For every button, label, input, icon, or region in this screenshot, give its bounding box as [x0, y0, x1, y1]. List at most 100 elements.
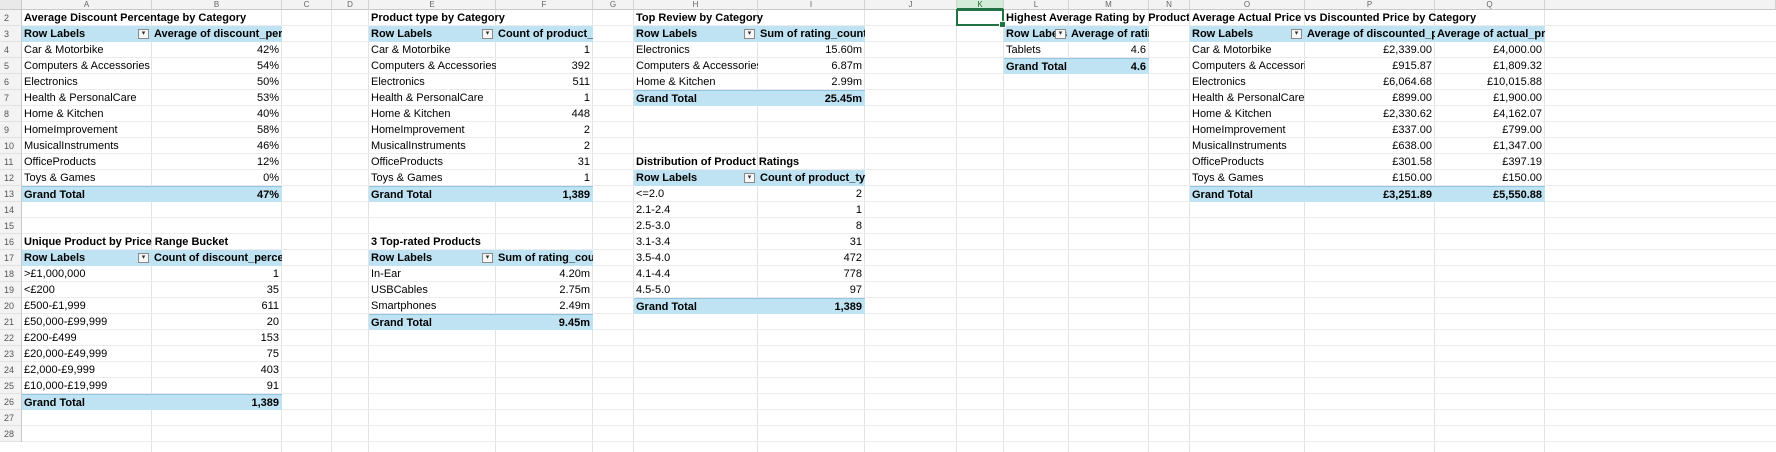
row-header-15[interactable]: 15: [0, 218, 22, 234]
column-header-p[interactable]: P: [1305, 0, 1435, 10]
price_range-row-label: £500-£1,999: [24, 300, 86, 312]
column-header-j[interactable]: J: [865, 0, 957, 10]
column-header-a[interactable]: A: [22, 0, 152, 10]
row-header-7[interactable]: 7: [0, 90, 22, 106]
top_rated-row-value: 2.75m: [559, 284, 590, 296]
product_type-row-value: 31: [577, 156, 590, 168]
row-header-6[interactable]: 6: [0, 74, 22, 90]
column-header-i[interactable]: I: [758, 0, 865, 10]
avg_discount-grand-total-label: Grand Total: [22, 186, 152, 202]
row-header-19[interactable]: 19: [0, 282, 22, 298]
row-header-11[interactable]: 11: [0, 154, 22, 170]
row-header-14[interactable]: 14: [0, 202, 22, 218]
top_rated-filter-dropdown[interactable]: ▾: [482, 253, 493, 263]
price_range-row-label: £50,000-£99,999: [24, 316, 108, 328]
top_rated-row-label: Smartphones: [371, 300, 437, 312]
actual_vs_disc-grand-total-value: £5,550.88: [1435, 186, 1545, 202]
row-header-17[interactable]: 17: [0, 250, 22, 266]
actual_vs_disc-row-value: £4,162.07: [1493, 108, 1542, 120]
top_rated-grand-total-label: Grand Total: [369, 314, 496, 330]
rating_dist-row-value: 8: [855, 220, 862, 232]
actual_vs_disc-row-label: Electronics: [1192, 76, 1246, 88]
highest_rating-grand-total-label: Grand Total: [1004, 58, 1069, 74]
top_review-grand-total-label: Grand Total: [634, 90, 758, 106]
top_review-row-value: 2.99m: [831, 76, 862, 88]
row-header-12[interactable]: 12: [0, 170, 22, 186]
actual_vs_disc-row-label: Car & Motorbike: [1192, 44, 1272, 56]
price_range-row-label: <£200: [24, 284, 55, 296]
column-gridline: [1148, 10, 1149, 452]
column-header-b[interactable]: B: [152, 0, 282, 10]
avg_discount-row-label: Home & Kitchen: [24, 108, 104, 120]
price_range-grand-total-value: 1,389: [152, 394, 282, 410]
rating_dist-row-value: 1: [855, 204, 862, 216]
row-header-3[interactable]: 3: [0, 26, 22, 42]
row-header-5[interactable]: 5: [0, 58, 22, 74]
rating_dist-grand-total-label: Grand Total: [634, 298, 758, 314]
product_type-grand-total-value: 1,389: [496, 186, 593, 202]
product_type-row-value: 2: [583, 140, 590, 152]
row-header-9[interactable]: 9: [0, 122, 22, 138]
top_rated-row-labels-header: Row Labels: [369, 250, 496, 266]
row-header-22[interactable]: 22: [0, 330, 22, 346]
actual_vs_disc-row-label: Home & Kitchen: [1192, 108, 1272, 120]
row-header-20[interactable]: 20: [0, 298, 22, 314]
row-header-13[interactable]: 13: [0, 186, 22, 202]
rating_dist-row-label: <=2.0: [636, 188, 665, 200]
column-header-c[interactable]: C: [282, 0, 332, 10]
highest_rating-filter-dropdown[interactable]: ▾: [1055, 29, 1066, 39]
column-header-q[interactable]: Q: [1435, 0, 1545, 10]
row-header-28[interactable]: 28: [0, 426, 22, 442]
highest_rating-grand-total-value: 4.6: [1069, 58, 1149, 74]
row-gridline: [22, 393, 1776, 394]
column-header-f[interactable]: F: [496, 0, 593, 10]
actual_vs_disc-row-value: £10,015.88: [1486, 76, 1542, 88]
column-header-n[interactable]: N: [1149, 0, 1190, 10]
column-header-m[interactable]: M: [1069, 0, 1149, 10]
active-cell-selection[interactable]: [956, 9, 1006, 28]
top_rated-row-value: 4.20m: [559, 268, 590, 280]
top_rated-row-value: 2.49m: [559, 300, 590, 312]
column-header-g[interactable]: G: [593, 0, 634, 10]
select-all-corner[interactable]: [0, 0, 22, 10]
row-header-26[interactable]: 26: [0, 394, 22, 410]
rating_dist-filter-dropdown[interactable]: ▾: [744, 173, 755, 183]
row-header-25[interactable]: 25: [0, 378, 22, 394]
row-header-16[interactable]: 16: [0, 234, 22, 250]
avg_discount-row-label: Electronics: [24, 76, 78, 88]
column-header-d[interactable]: D: [332, 0, 369, 10]
column-header-h[interactable]: H: [634, 0, 758, 10]
actual_vs_disc-row-value: £799.00: [1502, 124, 1542, 136]
product_type-filter-dropdown[interactable]: ▾: [482, 29, 493, 39]
row-gridline: [22, 281, 1776, 282]
top_review-filter-dropdown[interactable]: ▾: [744, 29, 755, 39]
row-header-23[interactable]: 23: [0, 346, 22, 362]
actual_vs_disc-filter-dropdown[interactable]: ▾: [1291, 29, 1302, 39]
avg_discount-filter-dropdown[interactable]: ▾: [138, 29, 149, 39]
highest_rating-row-value: 4.6: [1130, 44, 1146, 56]
row-header-24[interactable]: 24: [0, 362, 22, 378]
product_type-row-label: Computers & Accessories: [371, 60, 496, 72]
top_rated-row-label: In-Ear: [371, 268, 401, 280]
row-header-8[interactable]: 8: [0, 106, 22, 122]
row-header-4[interactable]: 4: [0, 42, 22, 58]
actual_vs_disc-row-label: Toys & Games: [1192, 172, 1264, 184]
price_range-filter-dropdown[interactable]: ▾: [138, 253, 149, 263]
spreadsheet-grid[interactable]: ABCDEFGHIJKLMNOPQ 2 3 4 5 6 7 8 9 10 11 12 13 14 15 16…: [0, 0, 1776, 452]
avg_discount-grand-total-value: 47%: [152, 186, 282, 202]
row-header-21[interactable]: 21: [0, 314, 22, 330]
column-header-e[interactable]: E: [369, 0, 496, 10]
column-header-l[interactable]: L: [1004, 0, 1069, 10]
price_range-row-label: £200-£499: [24, 332, 77, 344]
row-header-18[interactable]: 18: [0, 266, 22, 282]
price_range-row-value: 20: [266, 316, 279, 328]
avg_discount-row-value: 54%: [256, 60, 279, 72]
price_range-title: Unique Product by Price Range Bucket: [24, 236, 229, 248]
column-header-o[interactable]: O: [1190, 0, 1305, 10]
row-header-2[interactable]: 2: [0, 10, 22, 26]
row-header-27[interactable]: 27: [0, 410, 22, 426]
row-gridline: [22, 265, 1776, 266]
product_type-row-value: 392: [571, 60, 590, 72]
highest_rating-title: Highest Average Rating by Product: [1006, 12, 1189, 24]
row-header-10[interactable]: 10: [0, 138, 22, 154]
